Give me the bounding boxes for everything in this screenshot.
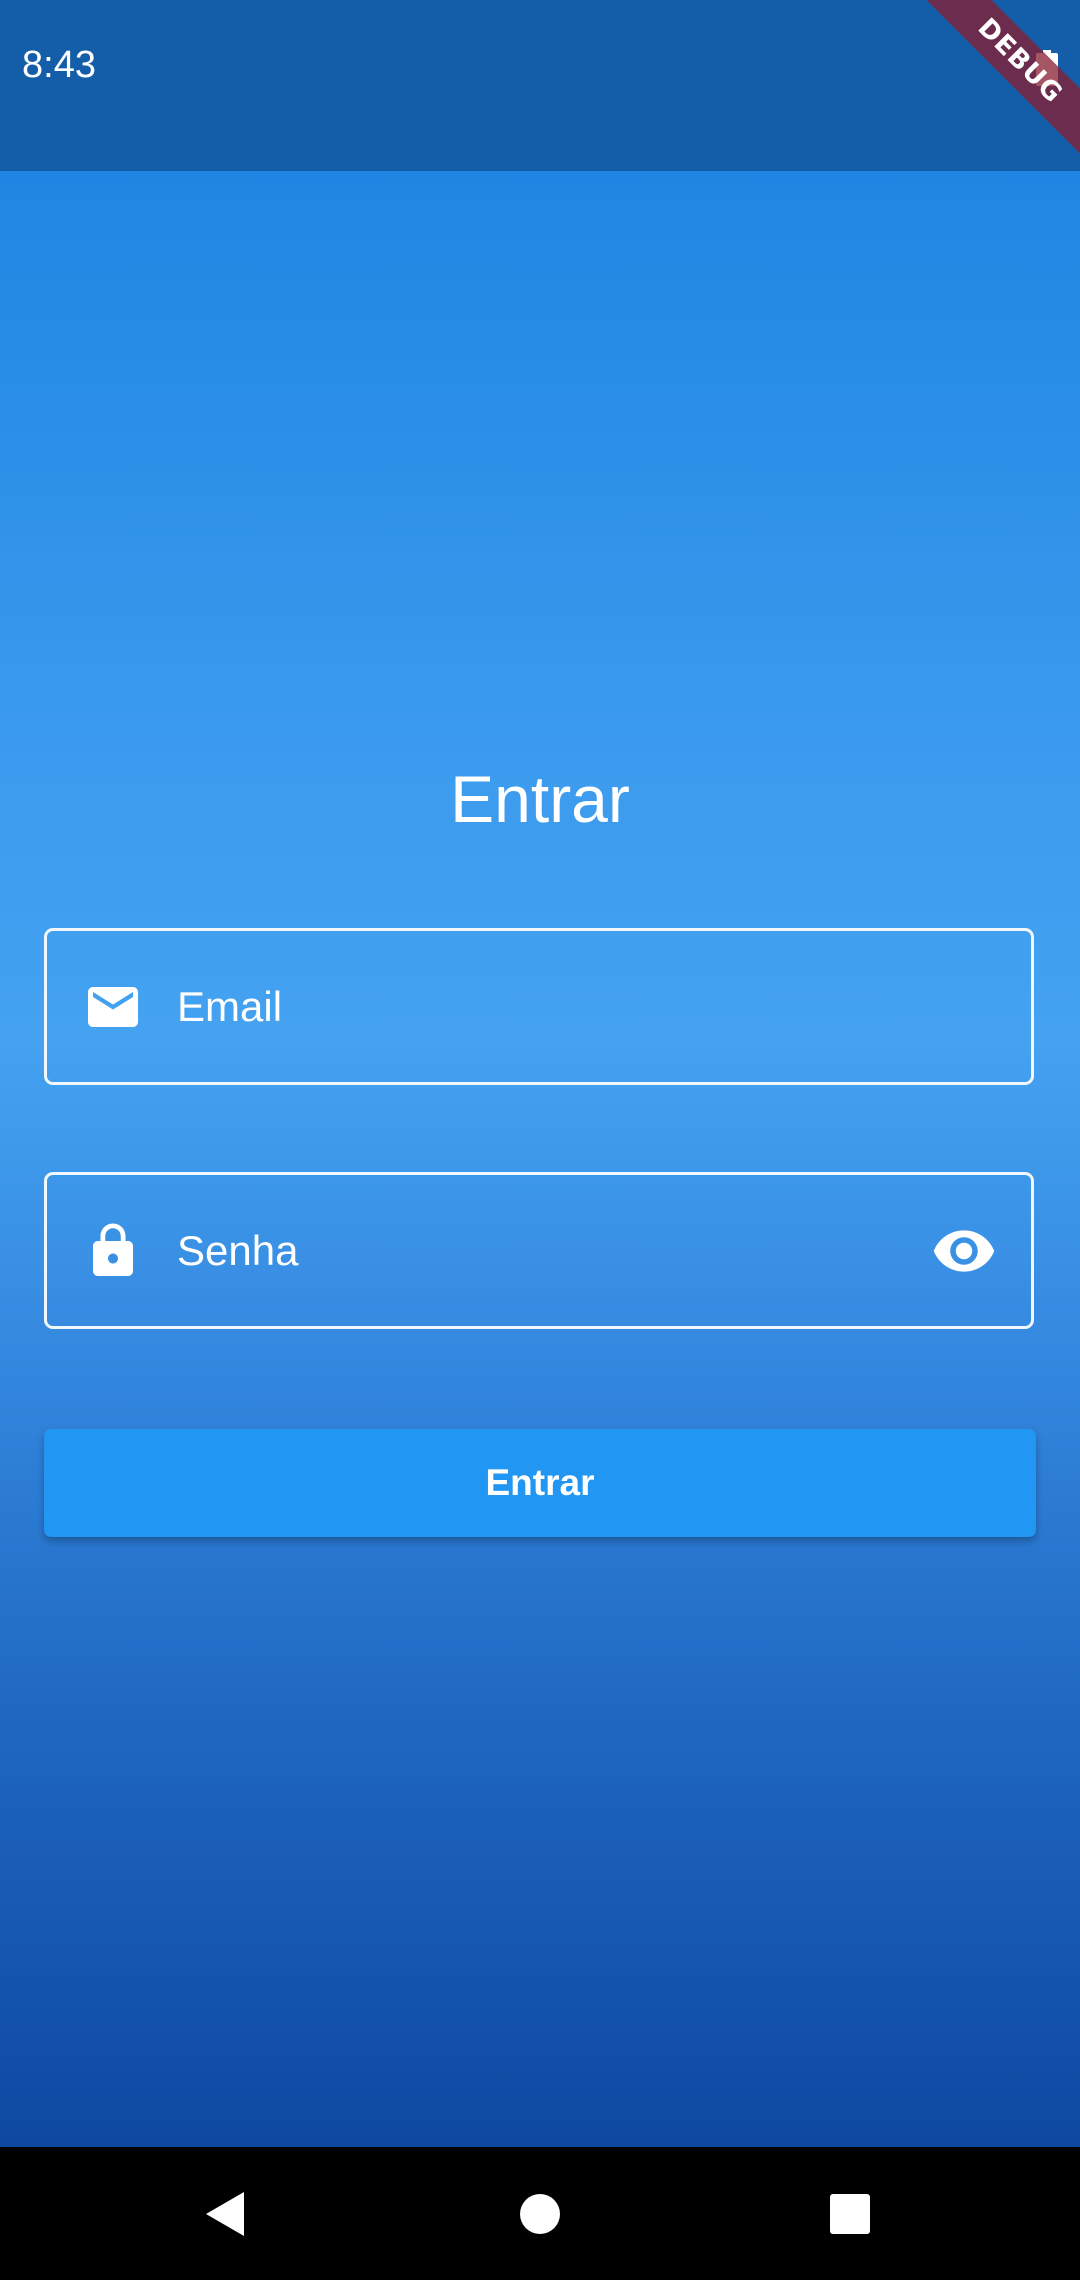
- mail-icon: [88, 986, 138, 1027]
- eye-icon[interactable]: [931, 1218, 997, 1284]
- nav-recents-button[interactable]: [790, 2147, 910, 2280]
- status-time: 8:43: [22, 44, 96, 86]
- debug-banner: DEBUG: [900, 0, 1080, 180]
- login-button[interactable]: Entrar: [44, 1429, 1036, 1537]
- password-field[interactable]: [44, 1172, 1034, 1329]
- email-field[interactable]: [44, 928, 1034, 1085]
- home-circle-icon: [520, 2193, 560, 2234]
- navigation-bar: [0, 2147, 1080, 2280]
- email-input[interactable]: [177, 931, 857, 1082]
- app-screen: 8:43 DEBUG Entrar Entrar: [0, 0, 1080, 2280]
- password-input[interactable]: [177, 1175, 857, 1326]
- login-screen: Entrar Entrar: [0, 171, 1080, 2147]
- debug-banner-label: DEBUG: [911, 0, 1080, 170]
- recents-square-icon: [830, 2193, 870, 2234]
- page-title: Entrar: [450, 762, 630, 836]
- lock-icon: [93, 1223, 133, 1276]
- nav-back-button[interactable]: [166, 2147, 286, 2280]
- nav-home-button[interactable]: [480, 2147, 600, 2280]
- back-triangle-icon: [206, 2191, 244, 2236]
